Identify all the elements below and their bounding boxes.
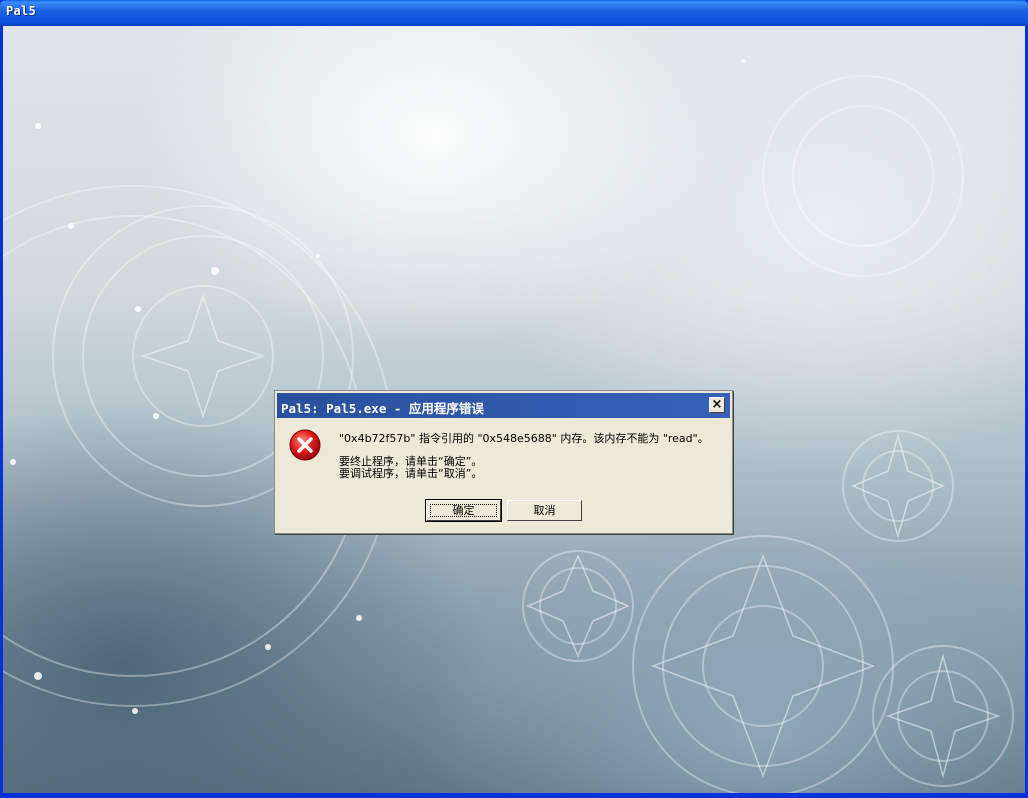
error-icon <box>289 429 321 461</box>
ok-button[interactable]: 确定 <box>425 499 502 522</box>
dialog-title: Pal5: Pal5.exe - 应用程序错误 <box>281 401 484 416</box>
dialog-titlebar[interactable]: Pal5: Pal5.exe - 应用程序错误 × <box>277 393 730 418</box>
window-title: Pal5 <box>6 4 37 18</box>
focus-rect <box>430 504 497 517</box>
error-dialog: Pal5: Pal5.exe - 应用程序错误 × "0x4b72f57b" 指… <box>274 390 733 534</box>
close-icon: × <box>711 397 723 412</box>
cancel-button-label: 取消 <box>533 504 556 517</box>
window-bottom-border <box>0 793 1028 798</box>
window-titlebar[interactable]: Pal5 <box>0 0 1028 26</box>
debug-instruction: 要调试程序，请单击“取消”。 <box>339 467 483 480</box>
error-message: "0x4b72f57b" 指令引用的 "0x548e5688" 内存。该内存不能… <box>339 432 709 445</box>
cancel-button[interactable]: 取消 <box>507 500 582 521</box>
close-button[interactable]: × <box>709 397 725 413</box>
